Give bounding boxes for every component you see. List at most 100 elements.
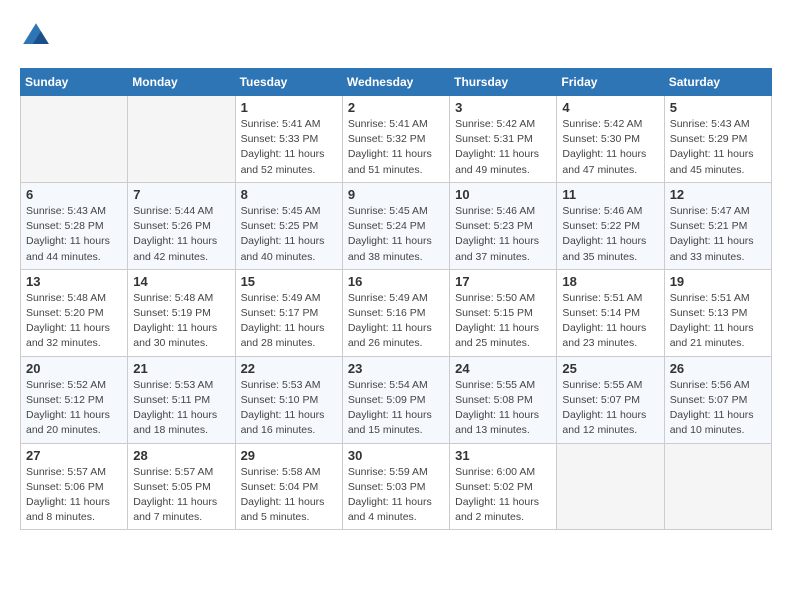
day-info: Sunrise: 5:41 AMSunset: 5:33 PMDaylight:…	[241, 117, 337, 178]
calendar-cell	[128, 96, 235, 183]
calendar-cell: 28 Sunrise: 5:57 AMSunset: 5:05 PMDayligh…	[128, 443, 235, 530]
calendar-cell: 21 Sunrise: 5:53 AMSunset: 5:11 PMDayligh…	[128, 356, 235, 443]
day-number: 28	[133, 448, 229, 463]
day-info: Sunrise: 5:56 AMSunset: 5:07 PMDaylight:…	[670, 378, 766, 439]
calendar-week-4: 20Sunrise: 5:52 AMSunset: 5:12 PMDayligh…	[21, 356, 772, 443]
calendar-cell: 15Sunrise: 5:49 AMSunset: 5:17 PMDayligh…	[235, 269, 342, 356]
calendar-cell: 10 Sunrise: 5:46 AMSunset: 5:23 PMDayligh…	[450, 182, 557, 269]
day-number: 18	[562, 274, 658, 289]
day-info: Sunrise: 5:57 AMSunset: 5:05 PMDaylight:…	[133, 465, 229, 526]
calendar-cell: 1Sunrise: 5:41 AMSunset: 5:33 PMDaylight…	[235, 96, 342, 183]
calendar-cell: 29Sunrise: 5:58 AMSunset: 5:04 PMDayligh…	[235, 443, 342, 530]
day-number: 10	[455, 187, 551, 202]
day-number: 14	[133, 274, 229, 289]
day-number: 26	[670, 361, 766, 376]
day-info: Sunrise: 5:42 AMSunset: 5:30 PMDaylight:…	[562, 117, 658, 178]
calendar-cell: 11 Sunrise: 5:46 AMSunset: 5:22 PMDayligh…	[557, 182, 664, 269]
calendar-table: SundayMondayTuesdayWednesdayThursdayFrid…	[20, 68, 772, 530]
calendar-body: 1Sunrise: 5:41 AMSunset: 5:33 PMDaylight…	[21, 96, 772, 530]
calendar-week-2: 6 Sunrise: 5:43 AMSunset: 5:28 PMDaylight…	[21, 182, 772, 269]
weekday-header-sunday: Sunday	[21, 69, 128, 96]
day-number: 4	[562, 100, 658, 115]
calendar-cell: 30 Sunrise: 5:59 AMSunset: 5:03 PMDayligh…	[342, 443, 449, 530]
calendar-cell: 31 Sunrise: 6:00 AMSunset: 5:02 PMDayligh…	[450, 443, 557, 530]
day-info: Sunrise: 5:59 AMSunset: 5:03 PMDaylight:…	[348, 465, 444, 526]
day-number: 5	[670, 100, 766, 115]
day-number: 9	[348, 187, 444, 202]
day-info: Sunrise: 5:44 AMSunset: 5:26 PMDaylight:…	[133, 204, 229, 265]
day-number: 21	[133, 361, 229, 376]
logo	[20, 20, 56, 52]
weekday-header-monday: Monday	[128, 69, 235, 96]
calendar-cell: 7 Sunrise: 5:44 AMSunset: 5:26 PMDaylight…	[128, 182, 235, 269]
day-info: Sunrise: 5:47 AMSunset: 5:21 PMDaylight:…	[670, 204, 766, 265]
calendar-cell: 3Sunrise: 5:42 AMSunset: 5:31 PMDaylight…	[450, 96, 557, 183]
day-info: Sunrise: 5:46 AMSunset: 5:23 PMDaylight:…	[455, 204, 551, 265]
day-number: 29	[241, 448, 337, 463]
day-info: Sunrise: 5:51 AMSunset: 5:14 PMDaylight:…	[562, 291, 658, 352]
logo-icon	[20, 20, 52, 52]
day-number: 31	[455, 448, 551, 463]
day-info: Sunrise: 5:45 AMSunset: 5:24 PMDaylight:…	[348, 204, 444, 265]
calendar-week-1: 1Sunrise: 5:41 AMSunset: 5:33 PMDaylight…	[21, 96, 772, 183]
day-info: Sunrise: 5:53 AMSunset: 5:11 PMDaylight:…	[133, 378, 229, 439]
weekday-row: SundayMondayTuesdayWednesdayThursdayFrid…	[21, 69, 772, 96]
calendar-cell: 13 Sunrise: 5:48 AMSunset: 5:20 PMDayligh…	[21, 269, 128, 356]
day-number: 13	[26, 274, 122, 289]
day-info: Sunrise: 5:50 AMSunset: 5:15 PMDaylight:…	[455, 291, 551, 352]
calendar-week-5: 27Sunrise: 5:57 AMSunset: 5:06 PMDayligh…	[21, 443, 772, 530]
calendar-cell: 2 Sunrise: 5:41 AMSunset: 5:32 PMDaylight…	[342, 96, 449, 183]
calendar-cell: 6 Sunrise: 5:43 AMSunset: 5:28 PMDaylight…	[21, 182, 128, 269]
weekday-header-saturday: Saturday	[664, 69, 771, 96]
day-number: 12	[670, 187, 766, 202]
day-number: 19	[670, 274, 766, 289]
day-info: Sunrise: 5:54 AMSunset: 5:09 PMDaylight:…	[348, 378, 444, 439]
calendar-cell: 25 Sunrise: 5:55 AMSunset: 5:07 PMDayligh…	[557, 356, 664, 443]
day-info: Sunrise: 5:57 AMSunset: 5:06 PMDaylight:…	[26, 465, 122, 526]
weekday-header-tuesday: Tuesday	[235, 69, 342, 96]
weekday-header-friday: Friday	[557, 69, 664, 96]
day-number: 24	[455, 361, 551, 376]
calendar-cell: 18 Sunrise: 5:51 AMSunset: 5:14 PMDayligh…	[557, 269, 664, 356]
calendar-cell	[664, 443, 771, 530]
calendar-cell	[557, 443, 664, 530]
calendar-cell: 20Sunrise: 5:52 AMSunset: 5:12 PMDayligh…	[21, 356, 128, 443]
day-info: Sunrise: 5:51 AMSunset: 5:13 PMDaylight:…	[670, 291, 766, 352]
day-number: 11	[562, 187, 658, 202]
calendar-cell: 19 Sunrise: 5:51 AMSunset: 5:13 PMDayligh…	[664, 269, 771, 356]
calendar-cell: 23 Sunrise: 5:54 AMSunset: 5:09 PMDayligh…	[342, 356, 449, 443]
day-info: Sunrise: 5:49 AMSunset: 5:17 PMDaylight:…	[241, 291, 337, 352]
day-info: Sunrise: 5:48 AMSunset: 5:20 PMDaylight:…	[26, 291, 122, 352]
day-number: 23	[348, 361, 444, 376]
day-info: Sunrise: 5:45 AMSunset: 5:25 PMDaylight:…	[241, 204, 337, 265]
day-info: Sunrise: 5:49 AMSunset: 5:16 PMDaylight:…	[348, 291, 444, 352]
day-number: 2	[348, 100, 444, 115]
day-number: 20	[26, 361, 122, 376]
calendar-cell: 9 Sunrise: 5:45 AMSunset: 5:24 PMDaylight…	[342, 182, 449, 269]
day-number: 25	[562, 361, 658, 376]
calendar-cell: 26 Sunrise: 5:56 AMSunset: 5:07 PMDayligh…	[664, 356, 771, 443]
calendar-cell: 24 Sunrise: 5:55 AMSunset: 5:08 PMDayligh…	[450, 356, 557, 443]
day-info: Sunrise: 5:55 AMSunset: 5:08 PMDaylight:…	[455, 378, 551, 439]
calendar-cell: 27Sunrise: 5:57 AMSunset: 5:06 PMDayligh…	[21, 443, 128, 530]
day-info: Sunrise: 5:55 AMSunset: 5:07 PMDaylight:…	[562, 378, 658, 439]
day-info: Sunrise: 6:00 AMSunset: 5:02 PMDaylight:…	[455, 465, 551, 526]
calendar-cell: 8Sunrise: 5:45 AMSunset: 5:25 PMDaylight…	[235, 182, 342, 269]
day-info: Sunrise: 5:43 AMSunset: 5:28 PMDaylight:…	[26, 204, 122, 265]
calendar-cell: 17 Sunrise: 5:50 AMSunset: 5:15 PMDayligh…	[450, 269, 557, 356]
day-info: Sunrise: 5:42 AMSunset: 5:31 PMDaylight:…	[455, 117, 551, 178]
calendar-cell: 12 Sunrise: 5:47 AMSunset: 5:21 PMDayligh…	[664, 182, 771, 269]
weekday-header-wednesday: Wednesday	[342, 69, 449, 96]
day-number: 16	[348, 274, 444, 289]
calendar-header: SundayMondayTuesdayWednesdayThursdayFrid…	[21, 69, 772, 96]
weekday-header-thursday: Thursday	[450, 69, 557, 96]
day-info: Sunrise: 5:46 AMSunset: 5:22 PMDaylight:…	[562, 204, 658, 265]
day-info: Sunrise: 5:41 AMSunset: 5:32 PMDaylight:…	[348, 117, 444, 178]
day-number: 17	[455, 274, 551, 289]
day-number: 7	[133, 187, 229, 202]
day-number: 6	[26, 187, 122, 202]
calendar-cell	[21, 96, 128, 183]
calendar-week-3: 13 Sunrise: 5:48 AMSunset: 5:20 PMDayligh…	[21, 269, 772, 356]
calendar-cell: 4 Sunrise: 5:42 AMSunset: 5:30 PMDaylight…	[557, 96, 664, 183]
day-number: 30	[348, 448, 444, 463]
